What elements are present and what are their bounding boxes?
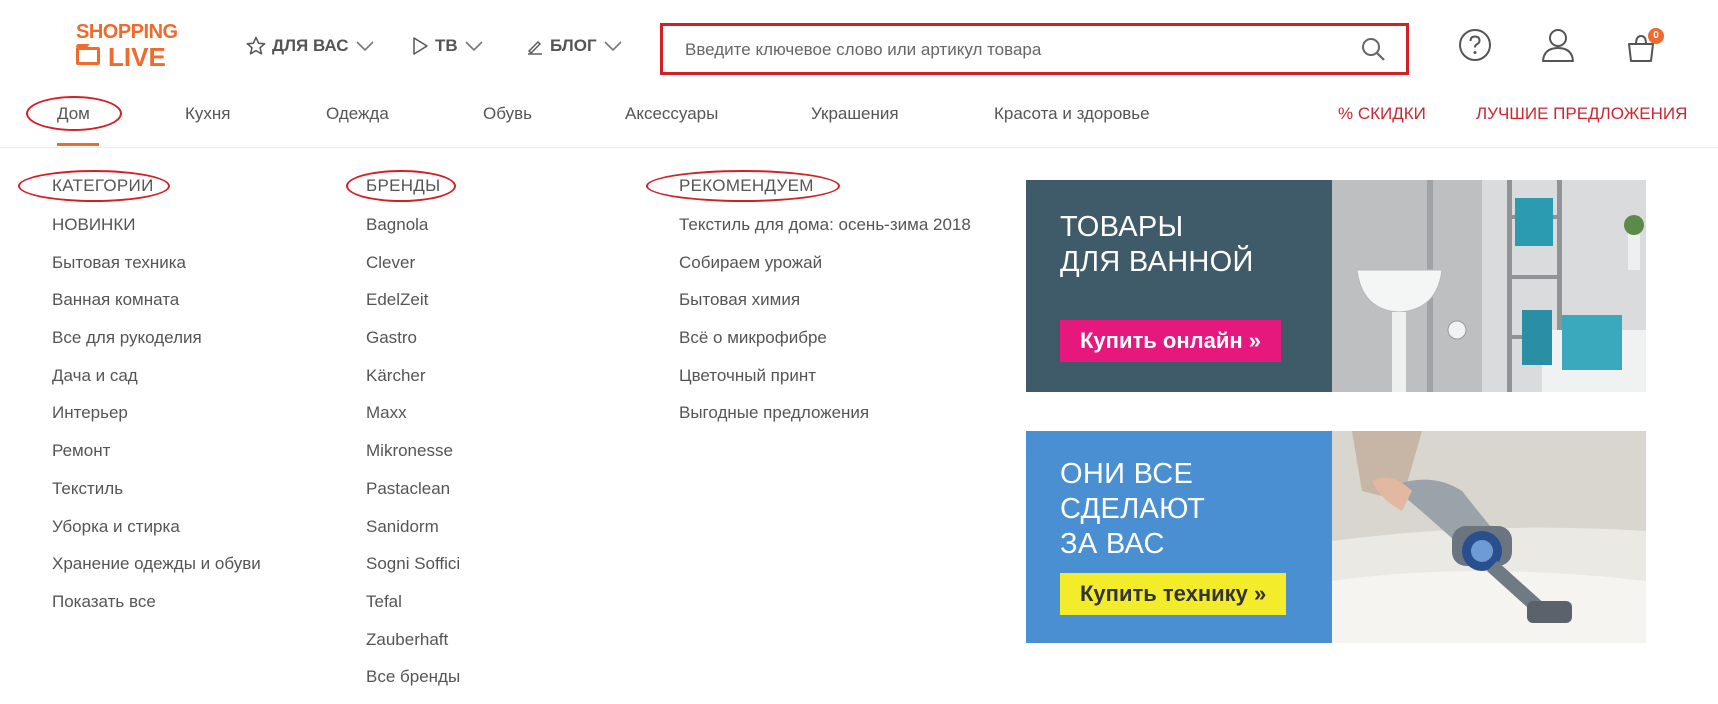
banner-title-line: ЗА ВАС (1060, 528, 1165, 560)
cart-button[interactable]: 0 (1626, 28, 1664, 67)
list-item[interactable]: Mikronesse (366, 440, 460, 478)
list-item[interactable]: НОВИНКИ (52, 214, 261, 252)
category-dom[interactable]: Дом (57, 104, 90, 124)
list-item[interactable]: Pastaclean (366, 478, 460, 516)
user-account-icon[interactable] (1541, 27, 1575, 68)
brands-list: Bagnola Clever EdelZeit Gastro Kärcher M… (366, 214, 460, 704)
logo-text-top: SHOPPING (76, 21, 178, 43)
category-shoes[interactable]: Обувь (483, 104, 532, 124)
list-item[interactable]: Kärcher (366, 365, 460, 403)
categories-heading: КАТЕГОРИИ (52, 176, 154, 195)
category-beauty-health[interactable]: Красота и здоровье (994, 104, 1150, 124)
list-item[interactable]: Выгодные предложения (679, 402, 971, 440)
banner-title-line: ДЛЯ ВАННОЙ (1060, 246, 1254, 278)
nav-tv-label: ТВ (435, 36, 458, 55)
best-offers-link[interactable]: ЛУЧШИЕ ПРЕДЛОЖЕНИЯ (1476, 104, 1687, 124)
shopping-bag-icon (1626, 34, 1656, 66)
nav-for-you[interactable]: ДЛЯ ВАС (246, 36, 375, 56)
list-item[interactable]: Zauberhaft (366, 629, 460, 667)
list-item[interactable]: EdelZeit (366, 289, 460, 327)
header-divider (0, 147, 1718, 148)
banner-title: ТОВАРЫ ДЛЯ ВАННОЙ (1060, 210, 1254, 280)
logo-text-bottom: LIVE (108, 42, 166, 72)
nav-tv[interactable]: ТВ (411, 36, 484, 56)
banner-title-line: ТОВАРЫ (1060, 211, 1184, 243)
chevron-down-icon (603, 40, 623, 52)
brands-heading: БРЕНДЫ (366, 176, 441, 195)
chevron-down-icon (464, 40, 484, 52)
category-jewelry[interactable]: Украшения (811, 104, 899, 124)
list-item[interactable]: Clever (366, 252, 460, 290)
list-item[interactable]: Sogni Soffici (366, 553, 460, 591)
categories-list: НОВИНКИ Бытовая техника Ванная комната В… (52, 214, 261, 629)
chevron-down-icon (355, 40, 375, 52)
help-icon[interactable] (1458, 28, 1492, 67)
star-icon (246, 36, 266, 56)
list-item[interactable]: Бытовая техника (52, 252, 261, 290)
recommend-list: Текстиль для дома: осень-зима 2018 Собир… (679, 214, 971, 440)
list-item[interactable]: Ремонт (52, 440, 261, 478)
nav-blog[interactable]: БЛОГ (526, 36, 623, 56)
list-item[interactable]: Дача и сад (52, 365, 261, 403)
list-item[interactable]: Bagnola (366, 214, 460, 252)
list-item[interactable]: Бытовая химия (679, 289, 971, 327)
list-item[interactable]: Tefal (366, 591, 460, 629)
category-kitchen[interactable]: Кухня (185, 104, 231, 124)
search-icon[interactable] (1360, 36, 1386, 67)
list-item[interactable]: Всё о микрофибре (679, 327, 971, 365)
list-item[interactable]: Sanidorm (366, 516, 460, 554)
category-accessories[interactable]: Аксессуары (625, 104, 718, 124)
recommend-heading: РЕКОМЕНДУЕМ (679, 176, 814, 195)
cart-count-badge: 0 (1648, 28, 1664, 44)
list-item[interactable]: Maxx (366, 402, 460, 440)
vacuum-photo (1332, 431, 1646, 643)
list-item[interactable]: Интерьер (52, 402, 261, 440)
list-item[interactable]: Показать все (52, 591, 261, 629)
play-icon (411, 36, 429, 56)
banner-title-line: ОНИ ВСЕ (1060, 458, 1194, 490)
nav-for-you-label: ДЛЯ ВАС (272, 36, 349, 55)
tv-logo-icon (76, 47, 100, 65)
banner-title-line: СДЕЛАЮТ (1060, 493, 1206, 525)
list-item[interactable]: Все бренды (366, 666, 460, 704)
buy-appliances-button[interactable]: Купить технику » (1060, 573, 1287, 615)
list-item[interactable]: Все для рукоделия (52, 327, 261, 365)
list-item[interactable]: Текстиль (52, 478, 261, 516)
category-clothes[interactable]: Одежда (326, 104, 389, 124)
list-item[interactable]: Gastro (366, 327, 460, 365)
search-input[interactable] (683, 36, 1327, 64)
banner-title: ОНИ ВСЕ СДЕЛАЮТ ЗА ВАС (1060, 457, 1205, 562)
bathroom-banner[interactable]: ТОВАРЫ ДЛЯ ВАННОЙ Купить онлайн » (1026, 180, 1646, 392)
list-item[interactable]: Собираем урожай (679, 252, 971, 290)
list-item[interactable]: Текстиль для дома: осень-зима 2018 (679, 214, 971, 252)
nav-blog-label: БЛОГ (550, 36, 597, 55)
appliances-banner[interactable]: ОНИ ВСЕ СДЕЛАЮТ ЗА ВАС Купить технику » (1026, 431, 1646, 643)
list-item[interactable]: Цветочный принт (679, 365, 971, 403)
list-item[interactable]: Ванная комната (52, 289, 261, 327)
pencil-icon (526, 37, 544, 55)
list-item[interactable]: Хранение одежды и обуви (52, 553, 261, 591)
discounts-link[interactable]: % СКИДКИ (1338, 104, 1426, 124)
list-item[interactable]: Уборка и стирка (52, 516, 261, 554)
active-category-underline (57, 143, 99, 146)
shopping-live-logo[interactable]: SHOPPING LIVE (76, 22, 186, 70)
search-box (660, 23, 1409, 75)
buy-online-button[interactable]: Купить онлайн » (1060, 320, 1281, 362)
bathroom-photo (1332, 180, 1646, 392)
